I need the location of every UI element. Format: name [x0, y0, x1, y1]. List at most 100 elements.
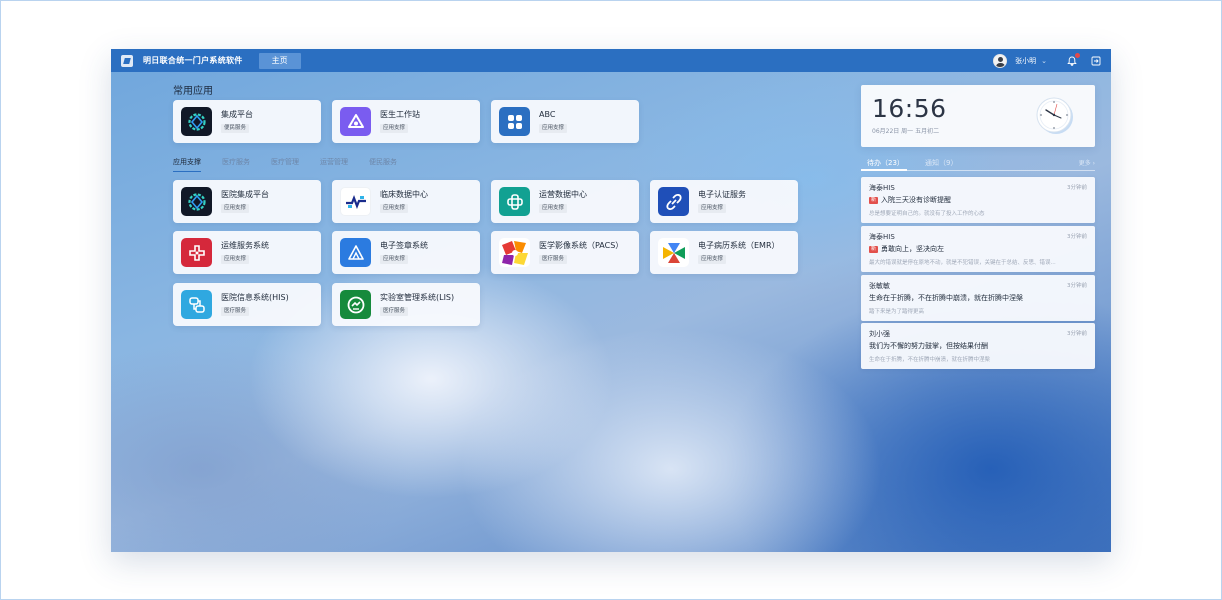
app-name: 医生工作站: [380, 110, 420, 119]
new-badge: 新: [869, 196, 879, 204]
portal-window: 明日联合统一门户系统软件 主页 张小明 ⌄ 常用应用 集成平台便民服务 医生工作…: [111, 49, 1111, 552]
todo-item[interactable]: 海泰HIS 3分钟前 新勇敢向上，坚决向左 最大的错误就是停在原地不动，就是不犯…: [861, 226, 1095, 272]
app-tag: 应用支撑: [380, 204, 409, 213]
tab-medical-service[interactable]: 医疗服务: [222, 157, 250, 172]
app-name: 集成平台: [221, 110, 253, 119]
new-badge: 新: [869, 245, 879, 253]
tab-notice[interactable]: 通知（9）: [925, 158, 957, 168]
app-tag: 应用支撑: [380, 255, 409, 264]
app-tag: 医疗服务: [221, 307, 250, 316]
app-name: 电子病历系统（EMR）: [698, 241, 780, 250]
todo-item[interactable]: 海泰HIS 3分钟前 新入院三天没有诊断提醒 总是想要证明自己的。就没有了投入工…: [861, 177, 1095, 223]
tab-operations-management[interactable]: 运营管理: [320, 157, 348, 172]
todo-title-text: 生命在于折腾，不在折腾中崩溃，就在折腾中涅槃: [869, 294, 1023, 302]
todo-body: 总是想要证明自己的。就没有了投入工作的心态: [869, 211, 985, 217]
app-name: 医院信息系统(HIS): [221, 293, 289, 302]
app-tag: 便民服务: [221, 124, 250, 133]
lis-icon: [340, 290, 371, 319]
app-tag: 应用支撑: [698, 255, 727, 264]
app-name: 临床数据中心: [380, 190, 428, 199]
app-title: 明日联合统一门户系统软件: [143, 56, 243, 65]
app-logo-icon: [121, 54, 133, 67]
analog-clock-icon: [1036, 97, 1073, 134]
app-tag: 应用支撑: [539, 204, 568, 213]
todo-time: 3分钟前: [1067, 283, 1087, 289]
todo-item[interactable]: 张敏敏 3分钟前 生命在于折腾，不在折腾中崩溃，就在折腾中涅槃 踏下来是为了踏得…: [861, 275, 1095, 321]
todo-time: 3分钟前: [1067, 234, 1087, 240]
clock-time: 16:56: [872, 94, 947, 123]
app-name: 运营数据中心: [539, 190, 587, 199]
app-tag: 医疗服务: [380, 307, 409, 316]
app-tag: 医疗服务: [539, 255, 568, 264]
avatar[interactable]: [993, 53, 1008, 68]
app-card[interactable]: 运维服务系统 应用支撑: [173, 231, 321, 274]
todo-source: 海泰HIS: [869, 233, 895, 241]
chevron-down-icon[interactable]: ⌄: [1041, 57, 1047, 65]
common-app-card-abc[interactable]: ABC 应用支撑: [491, 100, 639, 143]
category-tabs: 应用支撑 医疗服务 医疗管理 运营管理 便民服务: [173, 157, 418, 172]
app-card[interactable]: 医学影像系统（PACS） 医疗服务: [491, 231, 639, 274]
app-name: 医院集成平台: [221, 190, 269, 199]
app-tag: 应用支撑: [698, 204, 727, 213]
todo-title-text: 入院三天没有诊断提醒: [881, 196, 952, 204]
common-app-card-doctor-station[interactable]: 医生工作站 应用支撑: [332, 100, 480, 143]
app-name: 运维服务系统: [221, 241, 269, 250]
app-name: 医学影像系统（PACS）: [539, 241, 624, 250]
todo-title: 新入院三天没有诊断提醒: [869, 195, 951, 205]
todo-item[interactable]: 刘小强 3分钟前 我们为不懈的努力鼓掌，但按结果付酬 生命在于折腾，不在折腾中崩…: [861, 323, 1095, 369]
app-card[interactable]: 医院集成平台 应用支撑: [173, 180, 321, 223]
integration-icon: [181, 107, 212, 136]
user-name[interactable]: 张小明: [1015, 56, 1036, 66]
triangle-icon: [340, 238, 371, 267]
top-bar: 明日联合统一门户系统软件 主页 张小明 ⌄: [111, 49, 1111, 72]
pacs-icon: [499, 238, 530, 267]
unread-dot: [1075, 52, 1080, 58]
his-icon: [181, 290, 212, 319]
logout-icon[interactable]: [1091, 56, 1101, 66]
app-name: ABC: [539, 110, 556, 119]
emr-icon: [658, 238, 689, 267]
app-card[interactable]: 运营数据中心 应用支撑: [491, 180, 639, 223]
user-area: 张小明 ⌄: [993, 49, 1101, 72]
todo-title: 生命在于折腾，不在折腾中崩溃，就在折腾中涅槃: [869, 293, 1023, 303]
todo-time: 3分钟前: [1067, 331, 1087, 337]
app-tag: 应用支撑: [539, 124, 568, 133]
app-card[interactable]: 电子病历系统（EMR） 应用支撑: [650, 231, 798, 274]
tab-app-support[interactable]: 应用支撑: [173, 157, 201, 172]
todo-title: 我们为不懈的努力鼓掌，但按结果付酬: [869, 341, 988, 351]
app-card[interactable]: 电子签章系统 应用支撑: [332, 231, 480, 274]
todo-source: 海泰HIS: [869, 184, 895, 192]
grid-icon: [499, 107, 530, 136]
todo-title: 新勇敢向上，坚决向左: [869, 244, 944, 254]
app-tag: 应用支撑: [221, 204, 250, 213]
todo-body: 最大的错误就是停在原地不动，就是不犯错误，关键在于总结、反思、错误...: [869, 260, 1056, 266]
doctor-station-icon: [340, 107, 371, 136]
clock-widget: 16:56 06月22日 周一 五月初二: [861, 85, 1095, 147]
app-name: 实验室管理系统(LIS): [380, 293, 455, 302]
nav-home-tab[interactable]: 主页: [258, 52, 301, 69]
more-link[interactable]: 更多 ›: [1079, 158, 1095, 167]
app-tag: 应用支撑: [380, 124, 409, 133]
app-name: 电子签章系统: [380, 241, 428, 250]
tab-public-service[interactable]: 便民服务: [369, 157, 397, 172]
todo-tabs: 待办（23） 通知（9） 更多 ›: [861, 158, 1095, 171]
integration-icon: [181, 187, 212, 216]
app-card[interactable]: 临床数据中心 应用支撑: [332, 180, 480, 223]
tab-medical-management[interactable]: 医疗管理: [271, 157, 299, 172]
cross-icon: [181, 238, 212, 267]
app-name: 电子认证服务: [698, 190, 746, 199]
todo-body: 踏下来是为了踏得更高: [869, 309, 925, 315]
active-tab-indicator: [861, 169, 907, 171]
tab-todo[interactable]: 待办（23）: [867, 158, 904, 168]
todo-time: 3分钟前: [1067, 185, 1087, 191]
operations-data-icon: [499, 187, 530, 216]
common-app-card-integration[interactable]: 集成平台 便民服务: [173, 100, 321, 143]
clock-date: 06月22日 周一 五月初二: [872, 128, 940, 135]
app-card[interactable]: 医院信息系统(HIS) 医疗服务: [173, 283, 321, 326]
common-apps-title: 常用应用: [173, 86, 213, 97]
app-card[interactable]: 电子认证服务 应用支撑: [650, 180, 798, 223]
notification-bell-icon[interactable]: [1067, 52, 1080, 66]
app-card[interactable]: 实验室管理系统(LIS) 医疗服务: [332, 283, 480, 326]
todo-source: 刘小强: [869, 330, 890, 338]
todo-title-text: 勇敢向上，坚决向左: [881, 245, 945, 253]
